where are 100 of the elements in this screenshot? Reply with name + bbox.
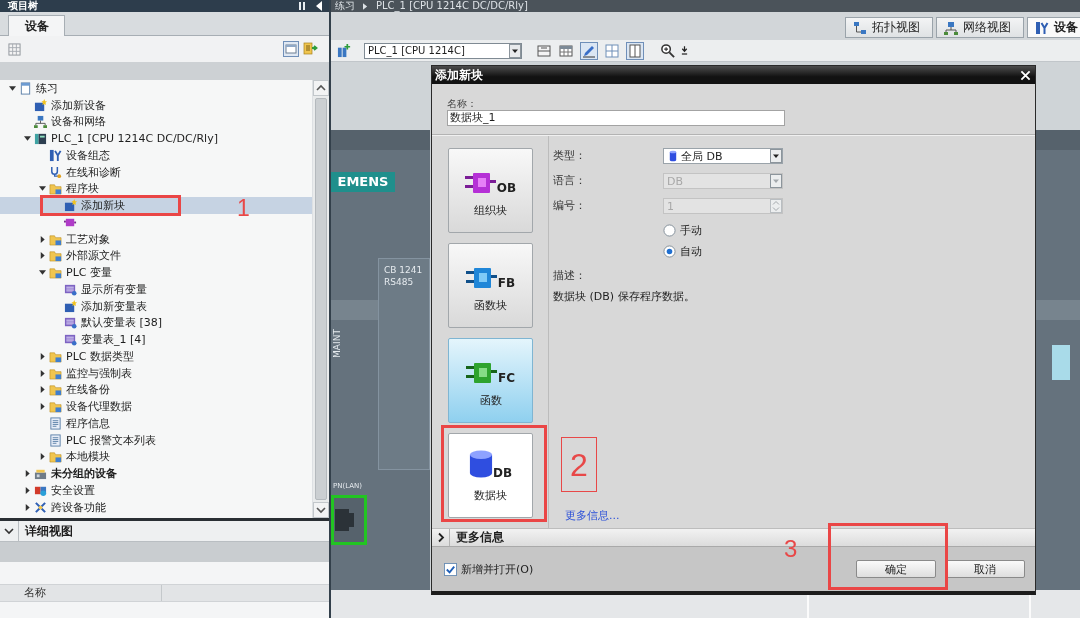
field-label: 类型： <box>553 150 586 162</box>
folder-icon <box>49 400 62 414</box>
tree-item[interactable]: 外部源文件 <box>0 247 312 265</box>
tree-item[interactable]: 在线和诊断 <box>0 163 312 181</box>
chevron-right-icon <box>363 2 368 10</box>
tree-item[interactable]: 工艺对象 <box>0 230 312 248</box>
triangle-right-icon[interactable] <box>39 369 46 377</box>
checkbox-checked-icon[interactable] <box>444 562 457 576</box>
block-type-button[interactable]: FC 函数 <box>448 338 533 423</box>
tree-item[interactable]: 程序信息 <box>0 415 312 432</box>
zoom-icon[interactable] <box>660 43 675 58</box>
triangle-right-icon[interactable] <box>24 470 31 478</box>
table-icon[interactable] <box>558 42 574 59</box>
tree-item[interactable]: 设备组态 <box>0 147 312 164</box>
scroll-down-icon[interactable] <box>313 502 329 518</box>
field-label: 名称： <box>447 97 477 110</box>
tree-item[interactable]: 设备代理数据 <box>0 398 312 415</box>
puzzle-block-icon <box>464 172 497 194</box>
ok-button[interactable]: 确定 <box>856 560 936 578</box>
more-info-link[interactable]: 更多信息... <box>565 510 620 522</box>
triangle-right-icon[interactable] <box>39 453 46 461</box>
tree-item[interactable]: PLC 报警文本列表 <box>0 431 312 449</box>
columns-icon[interactable] <box>626 41 644 60</box>
scrollbar-thumb[interactable] <box>315 98 327 500</box>
tree-item[interactable]: PLC 数据类型 <box>0 348 312 365</box>
database-icon <box>468 449 493 479</box>
block-type-button[interactable]: OB 组织块 <box>448 148 533 233</box>
plc-module-icon <box>34 132 47 146</box>
double-bar-icon[interactable] <box>298 1 306 11</box>
tree-item[interactable]: 显示所有变量 <box>0 281 312 298</box>
radio-option[interactable]: 自动 <box>663 244 702 258</box>
column-header[interactable]: 名称 <box>0 585 162 601</box>
close-icon[interactable] <box>1020 69 1031 81</box>
dropdown[interactable]: 全局 DB <box>663 148 783 164</box>
triangle-right-icon[interactable] <box>39 386 46 394</box>
list-document-icon <box>49 433 62 447</box>
tree-item[interactable]: 添加新变量表 <box>0 297 312 315</box>
radio-unchecked-icon[interactable] <box>663 223 676 237</box>
radio-option[interactable]: 手动 <box>663 223 702 237</box>
block-type-button[interactable]: DB 数据块 <box>448 433 533 518</box>
view-tab[interactable]: 网络视图 <box>936 17 1024 38</box>
puzzle-block-icon <box>466 362 498 384</box>
device-config-icon <box>49 148 62 162</box>
folder-icon <box>49 266 62 280</box>
tree-item[interactable]: PLC 变量 <box>0 264 312 281</box>
tree-item[interactable]: 监控与强制表 <box>0 364 312 382</box>
tree-item[interactable]: PLC_1 [CPU 1214C DC/DC/Rly] <box>0 130 312 147</box>
module-icon[interactable] <box>536 42 552 59</box>
view-tab[interactable]: 拓扑视图 <box>845 17 933 38</box>
scroll-up-icon[interactable] <box>313 80 329 96</box>
checkbox-option[interactable]: 新增并打开(O) <box>444 561 534 577</box>
tree-item[interactable]: 变量表_1 [4] <box>0 331 312 348</box>
tree-item[interactable]: 在线备份 <box>0 381 312 399</box>
tree-item[interactable]: 未分组的设备 <box>0 465 312 482</box>
tree-item[interactable]: 安全设置 <box>0 482 312 499</box>
window-icon[interactable] <box>283 41 299 57</box>
tree-item[interactable]: 本地模块 <box>0 448 312 466</box>
triangle-right-icon[interactable] <box>24 486 31 494</box>
tree-item[interactable]: 跨设备功能 <box>0 498 312 516</box>
breadcrumb-item[interactable]: 练习 <box>335 0 355 12</box>
breadcrumb-item[interactable]: PLC_1 [CPU 1214C DC/DC/Rly] <box>376 0 528 12</box>
tab[interactable]: 设备 <box>8 15 65 36</box>
tree-item[interactable]: 练习 <box>0 80 312 97</box>
section-header[interactable]: 详细视图 <box>0 521 329 542</box>
triangle-right-icon[interactable] <box>39 252 46 260</box>
triangle-down-icon[interactable] <box>9 84 16 92</box>
block-type-button[interactable]: FB 函数块 <box>448 243 533 328</box>
field-label: 描述： <box>553 270 586 282</box>
caret-icon[interactable] <box>770 149 782 163</box>
description-text: 数据块 (DB) 保存程序数据。 <box>553 291 695 303</box>
triangle-down-icon[interactable] <box>39 185 46 193</box>
collapse-icon[interactable] <box>315 1 323 11</box>
device-group-icon <box>34 467 47 481</box>
export-icon[interactable] <box>303 41 319 57</box>
triangle-right-icon[interactable] <box>24 503 31 511</box>
arrow-down-icon[interactable] <box>681 45 688 56</box>
radio-checked-icon[interactable] <box>663 244 676 258</box>
pen-icon[interactable] <box>580 41 598 60</box>
tree-item[interactable]: 设备和网络 <box>0 113 312 131</box>
tree-item[interactable]: 程序块 <box>0 180 312 198</box>
block-type-code: FB <box>497 277 516 289</box>
list-document-icon <box>49 416 62 430</box>
device-dropdown[interactable]: PLC_1 [CPU 1214C] <box>364 42 522 59</box>
triangle-right-icon[interactable] <box>39 235 46 243</box>
starred-block-icon <box>64 199 77 213</box>
scrollbar[interactable] <box>313 80 329 518</box>
tree-item[interactable]: 默认变量表 [38] <box>0 314 312 332</box>
view-tab[interactable]: 设备 <box>1027 17 1080 38</box>
step-number: 2 <box>561 437 597 492</box>
triangle-down-icon[interactable] <box>39 269 46 277</box>
triangle-right-icon[interactable] <box>39 403 46 411</box>
triangle-down-icon[interactable] <box>24 135 31 143</box>
cancel-button[interactable]: 取消 <box>945 560 1025 578</box>
topology-icon <box>853 20 867 35</box>
triangle-right-icon[interactable] <box>39 352 46 360</box>
device-icon[interactable] <box>337 43 352 58</box>
name-field[interactable]: 数据块_1 <box>447 110 785 126</box>
folder-icon <box>49 232 62 246</box>
tree-item[interactable]: 添加新设备 <box>0 96 312 114</box>
tag-table-icon <box>64 282 77 296</box>
